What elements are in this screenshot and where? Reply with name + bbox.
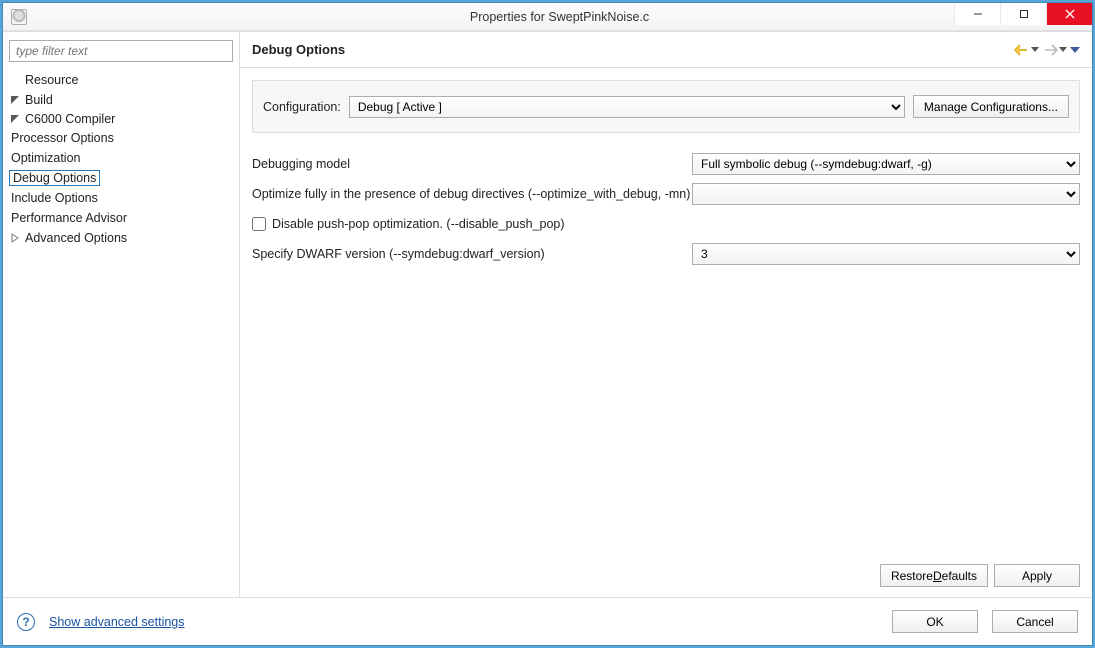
sidebar: ▸ Resource Build <box>3 32 240 597</box>
tree-twisty-expanded-icon <box>9 113 21 125</box>
maximize-icon <box>1019 9 1029 19</box>
option-label: Specify DWARF version (--symdebug:dwarf_… <box>252 247 692 261</box>
close-button[interactable] <box>1046 3 1092 25</box>
disable-push-pop-checkbox[interactable] <box>252 217 266 231</box>
dwarf-version-select[interactable]: 3 <box>692 243 1080 265</box>
page-title: Debug Options <box>252 42 1014 57</box>
tree-label: Optimization <box>9 151 82 165</box>
tree-twisty-expanded-icon <box>9 94 21 106</box>
tree-item-resource[interactable]: ▸ Resource <box>9 71 233 89</box>
tree-label: Include Options <box>9 191 100 205</box>
option-disable-push-pop: Disable push-pop optimization. (--disabl… <box>252 211 1080 237</box>
optimize-with-debug-select[interactable] <box>692 183 1080 205</box>
options-area: Debugging model Full symbolic debug (--s… <box>240 133 1092 283</box>
tree-item-optimization[interactable]: Optimization <box>9 149 233 167</box>
option-label: Optimize fully in the presence of debug … <box>252 187 692 201</box>
filter-input[interactable] <box>9 40 233 62</box>
filter-container <box>9 40 233 62</box>
tree-label: Resource <box>23 73 81 87</box>
option-dwarf-version: Specify DWARF version (--symdebug:dwarf_… <box>252 241 1080 267</box>
show-advanced-link[interactable]: Show advanced settings <box>49 615 185 629</box>
ok-button[interactable]: OK <box>892 610 978 633</box>
view-menu-button[interactable] <box>1070 45 1080 55</box>
option-label: Debugging model <box>252 157 692 171</box>
cancel-button[interactable]: Cancel <box>992 610 1078 633</box>
configuration-select[interactable]: Debug [ Active ] <box>349 96 905 118</box>
window-title: Properties for SweptPinkNoise.c <box>27 10 1092 24</box>
forward-arrow-icon <box>1042 42 1058 58</box>
tree-label: Processor Options <box>9 131 116 145</box>
configuration-bar: Configuration: Debug [ Active ] Manage C… <box>252 80 1080 133</box>
tree-twisty-collapsed-icon <box>9 232 21 244</box>
tree-label: Advanced Options <box>23 231 129 245</box>
option-label: Disable push-pop optimization. (--disabl… <box>272 217 565 231</box>
debugging-model-select[interactable]: Full symbolic debug (--symdebug:dwarf, -… <box>692 153 1080 175</box>
minimize-button[interactable] <box>954 3 1000 25</box>
tree-item-processor-options[interactable]: Processor Options <box>9 129 233 147</box>
tree-item-include-options[interactable]: Include Options <box>9 189 233 207</box>
back-arrow-icon <box>1014 42 1030 58</box>
main-panel: Debug Options <box>240 32 1092 597</box>
window-controls <box>954 3 1092 25</box>
footer: ? Show advanced settings OK Cancel <box>3 597 1092 645</box>
option-optimize-with-debug: Optimize fully in the presence of debug … <box>252 181 1080 207</box>
checkbox-row[interactable]: Disable push-pop optimization. (--disabl… <box>252 217 565 231</box>
apply-button[interactable]: Apply <box>994 564 1080 587</box>
configuration-label: Configuration: <box>263 100 341 114</box>
tree-item-performance-advisor[interactable]: Performance Advisor <box>9 209 233 227</box>
titlebar: Properties for SweptPinkNoise.c <box>3 3 1092 31</box>
back-button[interactable] <box>1014 42 1040 58</box>
help-icon[interactable]: ? <box>17 613 35 631</box>
restore-defaults-button[interactable]: Restore Defaults <box>880 564 988 587</box>
forward-button[interactable] <box>1042 42 1068 58</box>
dialog-body: ▸ Resource Build <box>3 31 1092 597</box>
tree-item-debug-options[interactable]: Debug Options <box>9 169 233 187</box>
app-icon <box>11 9 27 25</box>
tree-label: Debug Options <box>9 170 100 186</box>
tree-item-compiler[interactable]: C6000 Compiler <box>9 110 233 128</box>
header-toolbar <box>1014 42 1080 58</box>
button-row: Restore Defaults Apply <box>240 554 1092 597</box>
properties-window: Properties for SweptPinkNoise.c <box>2 2 1093 646</box>
dropdown-icon <box>1030 45 1040 55</box>
close-icon <box>1065 9 1075 19</box>
tree-label: C6000 Compiler <box>23 112 117 126</box>
tree-item-advanced-options[interactable]: Advanced Options <box>9 229 233 247</box>
nav-tree: ▸ Resource Build <box>9 70 233 250</box>
tree-label: Performance Advisor <box>9 211 129 225</box>
dropdown-icon <box>1058 45 1068 55</box>
content-wrap: Configuration: Debug [ Active ] Manage C… <box>240 68 1092 597</box>
minimize-icon <box>973 9 983 19</box>
main-header: Debug Options <box>240 32 1092 68</box>
tree-item-build[interactable]: Build <box>9 91 233 109</box>
manage-configurations-button[interactable]: Manage Configurations... <box>913 95 1069 118</box>
tree-label: Build <box>23 93 55 107</box>
option-debugging-model: Debugging model Full symbolic debug (--s… <box>252 151 1080 177</box>
maximize-button[interactable] <box>1000 3 1046 25</box>
